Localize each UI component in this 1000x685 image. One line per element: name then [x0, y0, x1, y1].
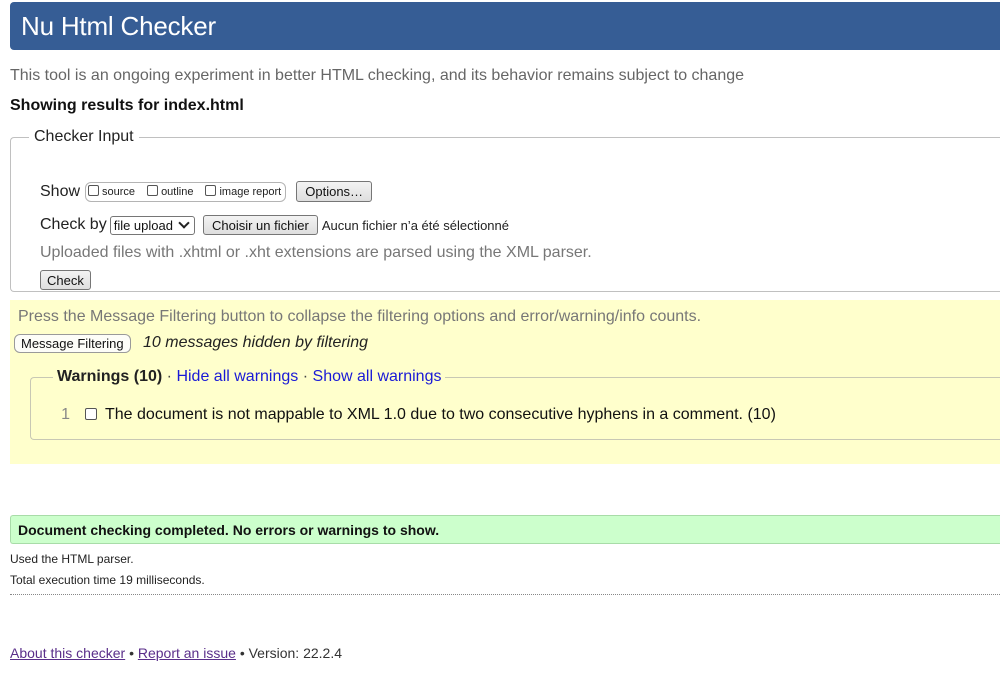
hidden-messages-count: 10 messages hidden by filtering — [143, 334, 369, 351]
show-image-report-label: image report — [219, 185, 282, 198]
footer-bullet: • — [239, 645, 245, 661]
legend-separator: · — [166, 368, 172, 385]
success-message: Document checking completed. No errors o… — [18, 522, 440, 538]
app-header: Nu Html Checker — [10, 2, 1000, 50]
checker-input-panel: Checker Input Show source outline image … — [10, 128, 1000, 292]
legend-separator: · — [302, 368, 309, 385]
upload-note: Uploaded files with .xhtml or .xht exten… — [40, 244, 592, 261]
choose-file-button[interactable]: Choisir un fichier — [202, 215, 318, 235]
check-row: Check — [40, 270, 91, 290]
show-source-option[interactable]: source — [88, 185, 136, 198]
check-by-label: Check by — [40, 216, 107, 233]
warning-text[interactable]: The document is not mappable to XML 1.0 … — [105, 406, 776, 424]
show-row: Show source outline image report Options… — [40, 181, 373, 202]
warning-number: 1 — [61, 406, 70, 423]
show-outline-label: outline — [161, 185, 194, 198]
check-by-selected-value: file upload — [113, 217, 173, 233]
show-image-report-checkbox[interactable] — [205, 185, 217, 196]
report-issue-link[interactable]: Report an issue — [138, 645, 236, 661]
warnings-group: Warnings (10) · Hide all warnings · Show… — [30, 368, 1000, 440]
footer: About this checker • Report an issue • V… — [10, 645, 342, 661]
check-by-select[interactable]: file upload — [109, 215, 195, 235]
filtering-instructions: Press the Message Filtering button to co… — [18, 308, 702, 325]
show-image-report-option[interactable]: image report — [205, 185, 282, 198]
no-file-selected-text: Aucun fichier n’a été sélectionné — [321, 217, 509, 233]
checker-input-legend: Checker Input — [34, 128, 134, 145]
warning-filter-checkbox[interactable] — [85, 408, 97, 420]
footer-bullet: • — [129, 645, 134, 661]
intro-text: This tool is an ongoing experiment in be… — [10, 67, 745, 84]
message-filtering-panel: Press the Message Filtering button to co… — [10, 300, 1000, 464]
parser-info: Used the HTML parser. — [10, 552, 134, 566]
show-source-label: source — [102, 185, 136, 198]
success-banner: Document checking completed. No errors o… — [10, 515, 1000, 544]
execution-time: Total execution time 19 milliseconds. — [10, 573, 205, 587]
showing-results-heading: Showing results for index.html — [10, 97, 244, 114]
show-outline-checkbox[interactable] — [147, 185, 159, 196]
show-outline-option[interactable]: outline — [147, 185, 194, 198]
warning-item: 1 The document is not mappable to XML 1.… — [58, 406, 776, 424]
hide-all-warnings-link[interactable]: Hide all warnings — [176, 368, 298, 385]
warnings-title: Warnings (10) — [57, 368, 163, 385]
options-button[interactable]: Options… — [296, 181, 373, 202]
message-filtering-button[interactable]: Message Filtering — [14, 334, 131, 353]
show-all-warnings-link[interactable]: Show all warnings — [313, 368, 442, 385]
chevron-down-icon — [178, 217, 190, 229]
check-by-row: Check by file upload Choisir un fichier … — [40, 215, 509, 235]
page-title: Nu Html Checker — [21, 11, 216, 41]
version-text: Version: 22.2.4 — [248, 645, 343, 661]
show-source-checkbox[interactable] — [88, 185, 100, 196]
show-label: Show — [40, 182, 81, 200]
divider — [10, 594, 1000, 595]
show-options-group: source outline image report — [85, 181, 287, 202]
upload-note-row: Uploaded files with .xhtml or .xht exten… — [40, 244, 592, 262]
warnings-legend: Warnings (10) · Hide all warnings · Show… — [53, 368, 445, 386]
check-button[interactable]: Check — [40, 270, 91, 290]
about-checker-link[interactable]: About this checker — [10, 645, 125, 661]
